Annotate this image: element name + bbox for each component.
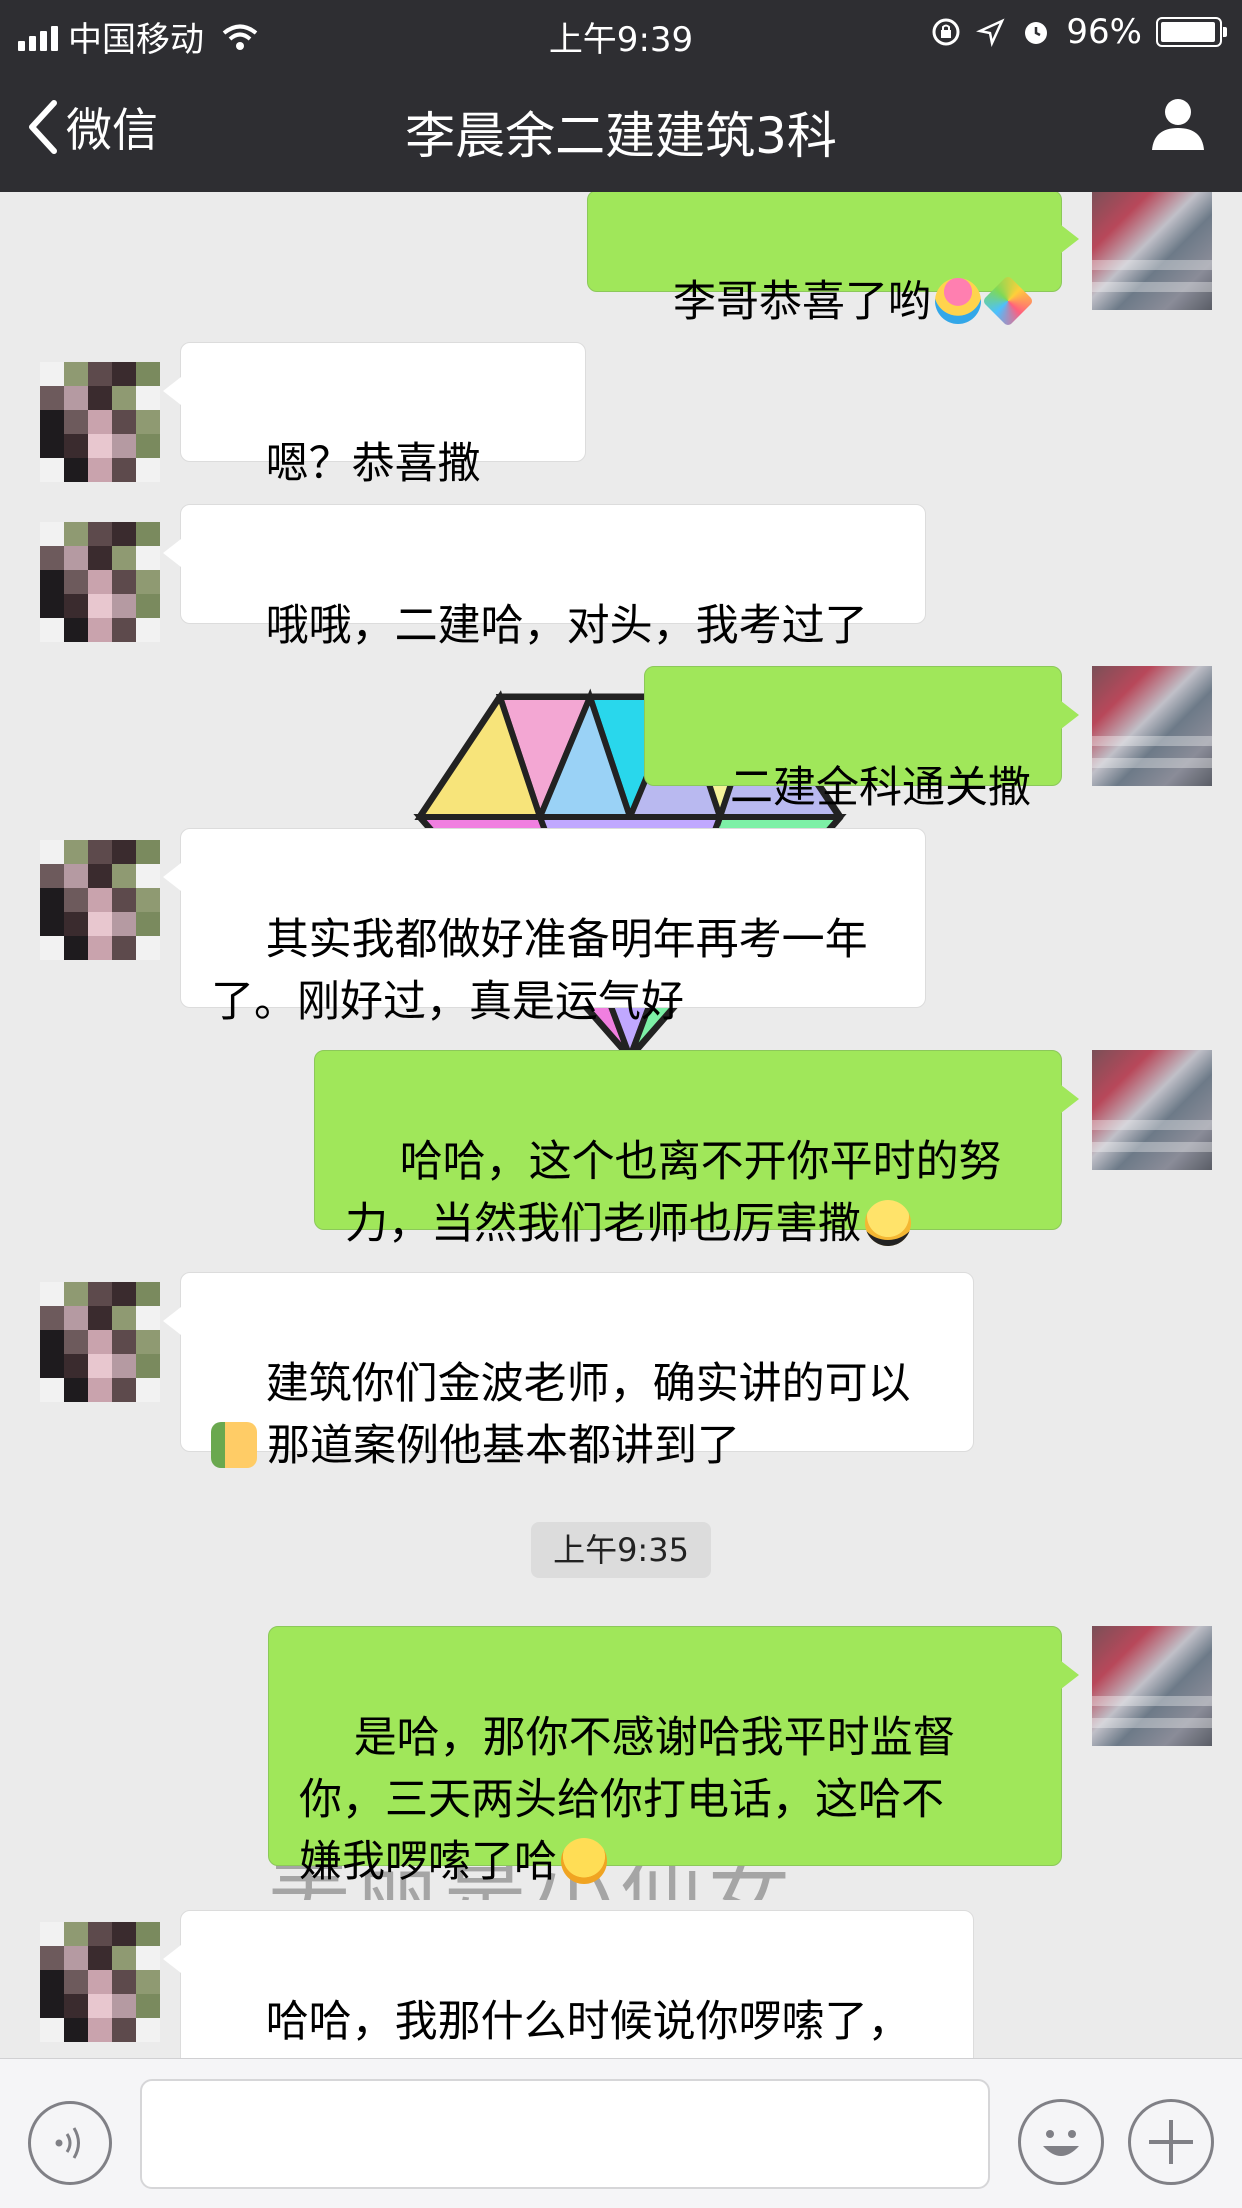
- plus-icon: [1149, 2120, 1193, 2164]
- more-button[interactable]: [1128, 2099, 1214, 2185]
- my-avatar[interactable]: [1092, 192, 1212, 310]
- message-list[interactable]: 美丽是小仙女 李哥恭喜了哟 嗯？恭喜撒子？ 哦哦，二建哈，对头，我考过了 二建全…: [0, 192, 1242, 2058]
- voice-button[interactable]: [28, 2101, 112, 2185]
- battery-percent: 96%: [1066, 12, 1142, 52]
- status-bar: 中国移动 上午9:39 96%: [0, 0, 1242, 64]
- shaved-ice-emoji: [935, 278, 981, 324]
- chat-title: 李晨余二建建筑3科: [405, 107, 837, 165]
- voice-icon: [55, 2127, 80, 2159]
- message-bubble[interactable]: 嗯？恭喜撒子？: [163, 342, 586, 551]
- smiley-icon: [1043, 2130, 1079, 2156]
- rotation-lock-icon: [932, 18, 960, 46]
- contact-avatar[interactable]: [40, 362, 160, 482]
- thumbs-up-emoji: [211, 1422, 257, 1468]
- battery-icon: [1156, 17, 1227, 47]
- emoji-button[interactable]: [1018, 2099, 1104, 2185]
- chat-info-button[interactable]: [1148, 94, 1208, 158]
- message-text: 李哥恭喜了哟: [673, 277, 931, 327]
- message-text: 哦哦，二建哈，对头，我考过了: [265, 601, 868, 651]
- location-icon: [976, 18, 1005, 47]
- alarm-icon: [1025, 22, 1048, 44]
- message-text: 哈哈，我那什么时候说你啰嗦了， 还是谢谢小赵老师监督: [265, 1997, 911, 2047]
- contact-avatar[interactable]: [40, 1922, 160, 2042]
- message-bubble[interactable]: 建筑你们金波老师，确实讲的可以 那道案例他基本都讲到了: [163, 1272, 974, 1471]
- input-bar: [0, 2058, 1242, 2208]
- contact-avatar[interactable]: [40, 1282, 160, 1402]
- message-bubble[interactable]: 哈哈，这个也离不开你平时的努 力，当然我们老师也厉害撒: [314, 1050, 1079, 1249]
- contact-avatar[interactable]: [40, 522, 160, 642]
- message-bubble[interactable]: 李哥恭喜了哟: [587, 192, 1079, 328]
- message-input[interactable]: [140, 2079, 990, 2189]
- message-bubble[interactable]: 是哈，那你不感谢哈我平时监督 你，三天两头给你打电话，这哈不 嫌我啰嗦了哈: [268, 1626, 1079, 1887]
- message-text: 是哈，那你不感谢哈我平时监督 你，三天两头给你打电话，这哈不 嫌我啰嗦了哈: [299, 1713, 956, 1887]
- my-avatar[interactable]: [1092, 1626, 1212, 1746]
- my-avatar[interactable]: [1092, 666, 1212, 786]
- my-avatar[interactable]: [1092, 1050, 1212, 1170]
- message-text: 建筑你们金波老师，确实讲的可以 那道案例他基本都讲到了: [211, 1359, 911, 1471]
- message-bubble[interactable]: 二建全科通关撒: [644, 666, 1079, 813]
- message-bubble[interactable]: 哈哈，我那什么时候说你啰嗦了， 还是谢谢小赵老师监督: [163, 1910, 974, 2058]
- person-icon: [1152, 99, 1204, 150]
- thinking-emoji: [561, 1838, 607, 1884]
- message-text: 二建全科通关撒: [730, 763, 1031, 813]
- message-bubble[interactable]: 其实我都做好准备明年再考一年 了。刚好过，真是运气好: [163, 828, 926, 1027]
- nav-bar: 微信 李晨余二建建筑3科: [0, 64, 1242, 192]
- message-timestamp: 上午9:35: [531, 1522, 711, 1578]
- sunglasses-emoji: [865, 1200, 911, 1246]
- party-popper-emoji: [981, 274, 1035, 328]
- contact-avatar[interactable]: [40, 840, 160, 960]
- message-bubble[interactable]: 哦哦，二建哈，对头，我考过了: [163, 504, 926, 651]
